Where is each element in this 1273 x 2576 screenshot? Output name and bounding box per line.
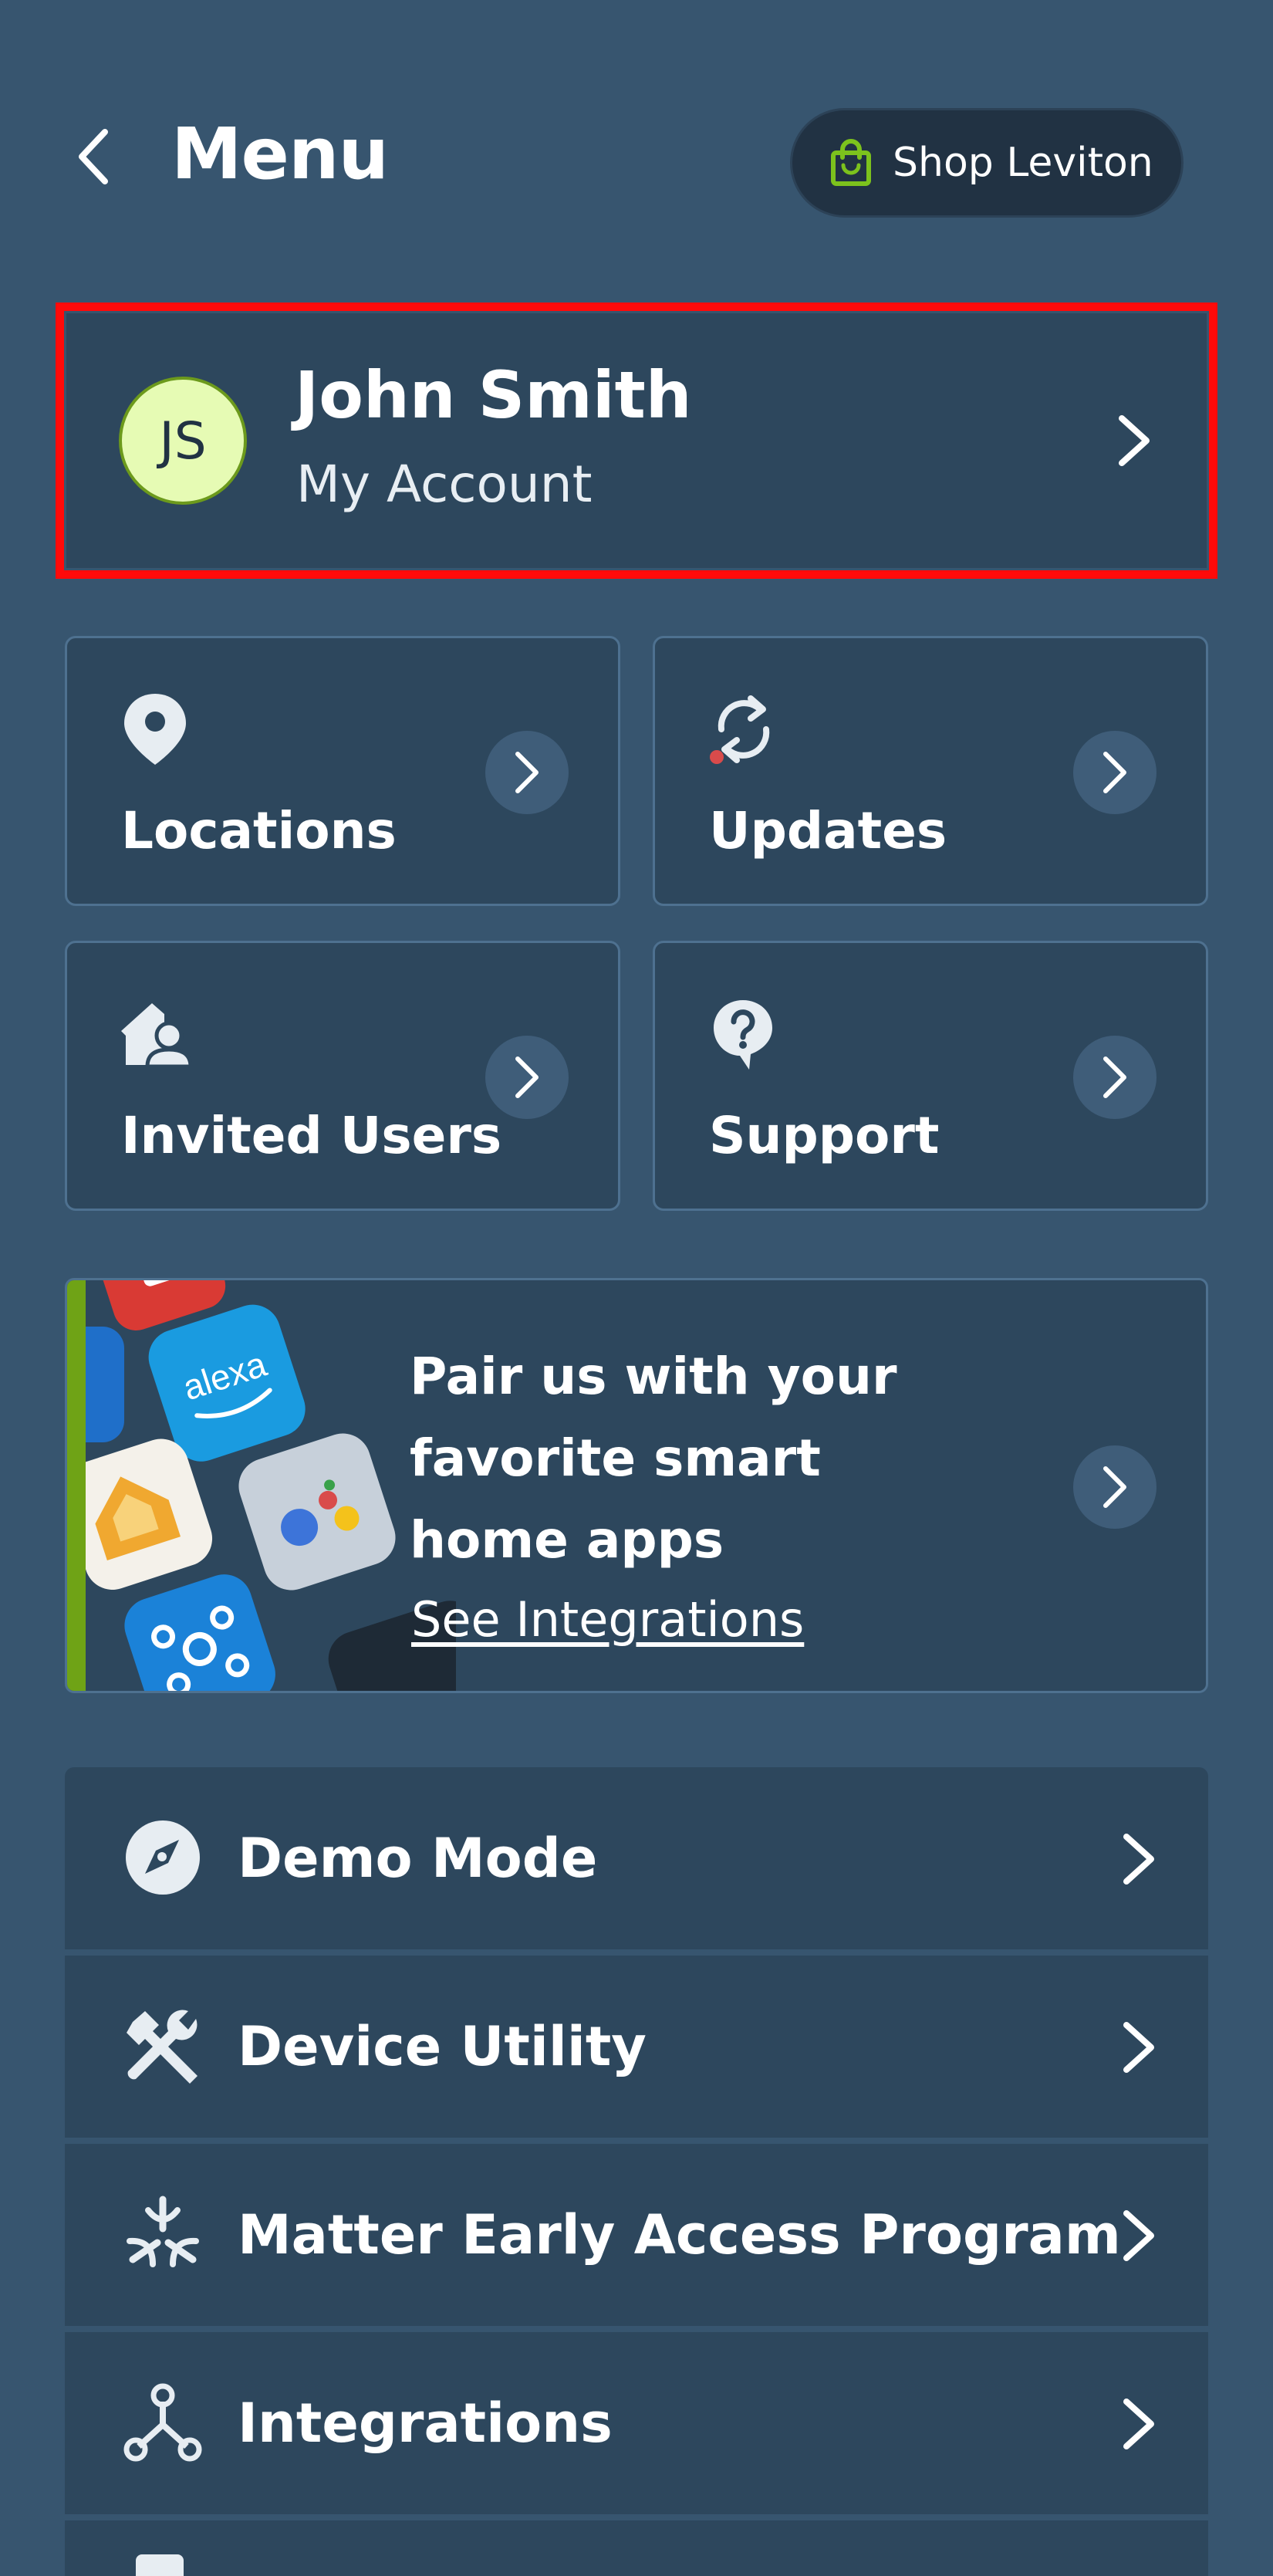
help-bubble-icon bbox=[714, 1000, 772, 1070]
account-subtitle: My Account bbox=[296, 455, 593, 514]
page-title: Menu bbox=[171, 113, 389, 195]
refresh-icon bbox=[710, 695, 770, 764]
account-name: John Smith bbox=[295, 357, 692, 433]
tile-label: Locations bbox=[121, 801, 397, 860]
banner-title: Pair us with your favorite smart home ap… bbox=[410, 1347, 897, 1570]
menu-item-matter-early-access[interactable]: Matter Early Access Program bbox=[65, 2144, 1208, 2326]
chevron-right-icon bbox=[1103, 1056, 1126, 1098]
matter-icon bbox=[127, 2196, 199, 2267]
menu-item-label: Integrations bbox=[238, 2392, 613, 2455]
banner-accent-stripe bbox=[67, 1280, 86, 1691]
tile-label: Updates bbox=[709, 801, 947, 860]
menu-item-demo-mode[interactable]: Demo Mode bbox=[65, 1767, 1208, 1949]
tile-updates[interactable]: Updates bbox=[653, 636, 1208, 906]
chevron-right-icon bbox=[515, 752, 539, 793]
shop-leviton-button[interactable]: Shop Leviton bbox=[790, 108, 1184, 218]
chevron-right-icon bbox=[1119, 415, 1150, 466]
see-integrations-link[interactable]: See Integrations bbox=[411, 1589, 804, 1651]
menu-item-integrations[interactable]: Integrations bbox=[65, 2332, 1208, 2514]
house-user-icon bbox=[121, 1003, 192, 1069]
tile-locations[interactable]: Locations bbox=[65, 636, 620, 906]
chevron-left-icon bbox=[79, 129, 108, 184]
shopping-bag-icon bbox=[831, 139, 871, 186]
integrations-icon bbox=[123, 2383, 202, 2462]
chevron-right-icon bbox=[1103, 1466, 1126, 1508]
tile-chevron-button bbox=[485, 1036, 569, 1119]
tile-chevron-button bbox=[1073, 731, 1157, 814]
tile-label: Invited Users bbox=[121, 1106, 502, 1165]
partial-row-icon bbox=[136, 2554, 184, 2576]
tools-icon bbox=[127, 2010, 198, 2084]
back-button[interactable] bbox=[74, 120, 136, 193]
menu-item-label: Device Utility bbox=[238, 2015, 647, 2078]
avatar-initials: JS bbox=[159, 411, 207, 471]
chevron-right-icon bbox=[1123, 2022, 1154, 2073]
location-pin-icon bbox=[124, 694, 186, 765]
tile-label: Support bbox=[709, 1106, 940, 1165]
app-icons-collage: alexa bbox=[86, 1280, 456, 1691]
tile-invited-users[interactable]: Invited Users bbox=[65, 941, 620, 1211]
menu-item-device-utility[interactable]: Device Utility bbox=[65, 1956, 1208, 2138]
shop-leviton-label: Shop Leviton bbox=[893, 140, 1153, 186]
menu-item-partial[interactable] bbox=[65, 2520, 1208, 2576]
menu-item-label: Demo Mode bbox=[238, 1827, 598, 1890]
tile-chevron-button bbox=[485, 731, 569, 814]
chevron-right-icon bbox=[1123, 1834, 1154, 1885]
avatar: JS bbox=[119, 377, 247, 505]
chevron-right-icon bbox=[1103, 752, 1126, 793]
integrations-banner[interactable]: alexa Pair us with your favorite smart h… bbox=[65, 1278, 1208, 1693]
chevron-right-icon bbox=[515, 1056, 539, 1098]
compass-icon bbox=[126, 1820, 200, 1895]
banner-chevron-button bbox=[1073, 1445, 1157, 1529]
smart-home-app-icons: alexa bbox=[86, 1280, 456, 1691]
tile-support[interactable]: Support bbox=[653, 941, 1208, 1211]
menu-item-label: Matter Early Access Program bbox=[238, 2203, 1121, 2267]
chevron-right-icon bbox=[1123, 2210, 1154, 2261]
my-account-card[interactable]: JS John Smith My Account bbox=[66, 313, 1207, 568]
menu-screen: Menu Shop Leviton JS John Smith My Accou… bbox=[0, 0, 1273, 2576]
tile-chevron-button bbox=[1073, 1036, 1157, 1119]
chevron-right-icon bbox=[1123, 2399, 1154, 2449]
